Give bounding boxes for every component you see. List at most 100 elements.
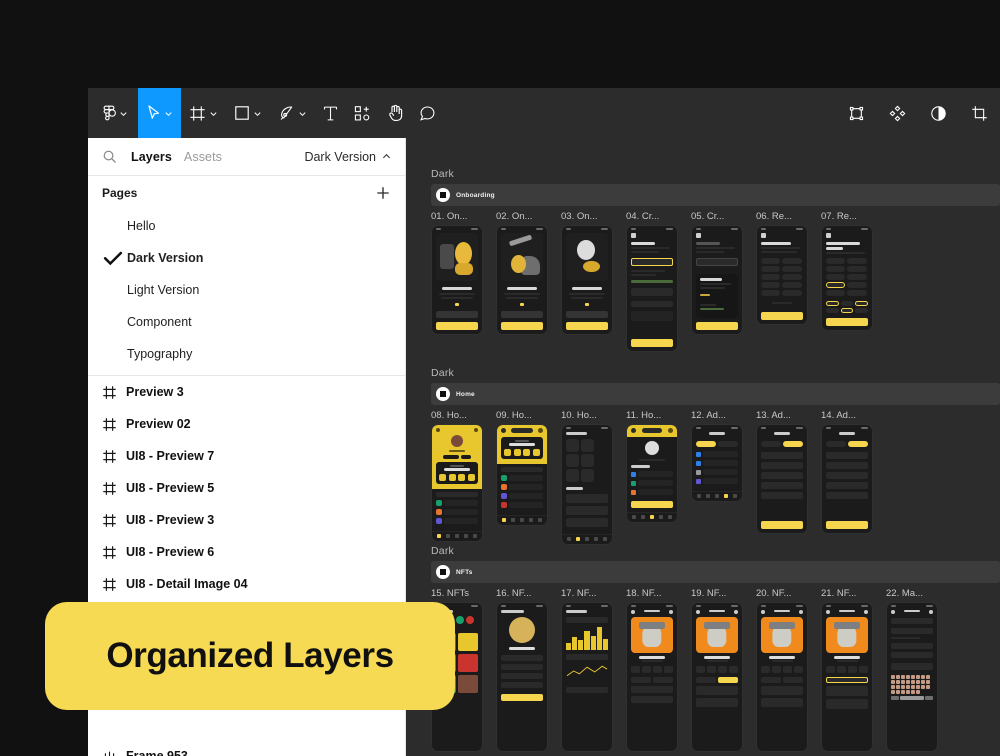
- layer-item-label: UI8 - Detail Image 04: [126, 577, 248, 591]
- frame-07[interactable]: 07. Re...: [821, 211, 886, 352]
- contrast-icon: [930, 105, 947, 122]
- frame-label: 11. Ho...: [626, 410, 691, 421]
- text-icon: [323, 105, 338, 122]
- layer-item-preview-3[interactable]: Preview 3: [88, 376, 405, 408]
- section-bar-onboarding[interactable]: Onboarding: [431, 184, 1000, 206]
- tab-assets[interactable]: Assets: [184, 150, 222, 164]
- frame-thumbnail[interactable]: [821, 602, 873, 752]
- frame-21[interactable]: 21. NF...: [821, 588, 886, 752]
- page-item-dark-version[interactable]: Dark Version: [88, 242, 405, 274]
- section-bar-home[interactable]: Home: [431, 383, 1000, 405]
- layer-item-label: UI8 - Preview 7: [126, 449, 214, 463]
- frame-16[interactable]: 16. NF...: [496, 588, 561, 752]
- frame-icon: [102, 577, 117, 592]
- toolbar-create-component-button[interactable]: [877, 88, 918, 138]
- frame-09[interactable]: 09. Ho...: [496, 410, 561, 545]
- toolbar-crop-button[interactable]: [959, 88, 1000, 138]
- plus-icon[interactable]: [375, 185, 391, 201]
- frame-thumbnail[interactable]: [561, 602, 613, 752]
- layer-item-label: UI8 - Preview 5: [126, 481, 214, 495]
- page-item-typography[interactable]: Typography: [88, 338, 405, 370]
- page-item-light-version[interactable]: Light Version: [88, 274, 405, 306]
- frame-thumbnail[interactable]: [626, 602, 678, 752]
- frame-22[interactable]: 22. Ma...: [886, 588, 951, 752]
- frame-thumbnail[interactable]: [886, 602, 938, 752]
- toolbar-frame-tool-button[interactable]: [181, 88, 226, 138]
- frame-thumbnail[interactable]: [821, 225, 873, 331]
- section-bar-nfts[interactable]: NFTs: [431, 561, 1000, 583]
- frame-icon: [102, 513, 117, 528]
- toolbar-mask-button[interactable]: [918, 88, 959, 138]
- screenshot-root: Layers Assets Dark Version Pages Hello: [0, 0, 1000, 756]
- toolbar-pen-tool-button[interactable]: [270, 88, 315, 138]
- frame-19[interactable]: 19. NF...: [691, 588, 756, 752]
- frame-icon: [102, 417, 117, 432]
- toolbar-move-tool-button[interactable]: [138, 88, 181, 138]
- frame-02[interactable]: 02. On...: [496, 211, 561, 352]
- canvas-section-home: Dark Home 08. Ho...: [406, 367, 1000, 545]
- layer-item-ui8-preview-5[interactable]: UI8 - Preview 5: [88, 472, 405, 504]
- frame-thumbnail[interactable]: [691, 602, 743, 752]
- toolbar-hand-tool-button[interactable]: [379, 88, 411, 138]
- page-item-component[interactable]: Component: [88, 306, 405, 338]
- frame-label: 20. NF...: [756, 588, 821, 599]
- frame-thumbnail[interactable]: [691, 424, 743, 502]
- frame-thumbnail[interactable]: [756, 225, 808, 325]
- tab-layers[interactable]: Layers: [131, 150, 172, 164]
- section-page-label: Dark: [431, 168, 1000, 180]
- frame-11[interactable]: 11. Ho...: [626, 410, 691, 545]
- frame-04[interactable]: 04. Cr...: [626, 211, 691, 352]
- frame-13[interactable]: 13. Ad...: [756, 410, 821, 545]
- layer-item-ui8-detail-image-04[interactable]: UI8 - Detail Image 04: [88, 568, 405, 600]
- layer-item-label: UI8 - Preview 6: [126, 545, 214, 559]
- toolbar-text-tool-button[interactable]: [315, 88, 346, 138]
- section-icon: [436, 188, 450, 202]
- frame-01[interactable]: 01. On...: [431, 211, 496, 352]
- page-item-label: Hello: [127, 219, 156, 233]
- frame-06[interactable]: 06. Re...: [756, 211, 821, 352]
- frame-thumbnail[interactable]: [626, 424, 678, 523]
- frame-18[interactable]: 18. NF...: [626, 588, 691, 752]
- toolbar-shape-tool-button[interactable]: [226, 88, 270, 138]
- frame-thumbnail[interactable]: [496, 602, 548, 752]
- frame-label: 04. Cr...: [626, 211, 691, 222]
- frame-03[interactable]: 03. On...: [561, 211, 626, 352]
- search-icon[interactable]: [102, 149, 117, 164]
- layer-item-frame-953[interactable]: Frame 953: [88, 740, 405, 756]
- toolbar-resources-button[interactable]: [346, 88, 379, 138]
- layer-item-ui8-preview-6[interactable]: UI8 - Preview 6: [88, 536, 405, 568]
- frame-thumbnail[interactable]: [561, 424, 613, 545]
- section-page-label: Dark: [431, 545, 1000, 557]
- toolbar-edit-object-button[interactable]: [836, 88, 877, 138]
- frame-icon: [102, 545, 117, 560]
- layer-item-ui8-preview-7[interactable]: UI8 - Preview 7: [88, 440, 405, 472]
- frame-12[interactable]: 12. Ad...: [691, 410, 756, 545]
- frame-20[interactable]: 20. NF...: [756, 588, 821, 752]
- frame-thumbnail[interactable]: [626, 225, 678, 352]
- frame-label: 14. Ad...: [821, 410, 886, 421]
- frame-14[interactable]: 14. Ad...: [821, 410, 886, 545]
- toolbar-figma-logo-button[interactable]: [88, 88, 138, 138]
- frame-17[interactable]: 17. NF...: [561, 588, 626, 752]
- frame-thumbnail[interactable]: [756, 602, 808, 752]
- frame-thumbnail[interactable]: [496, 424, 548, 526]
- layer-item-label: Preview 3: [126, 385, 184, 399]
- chevron-down-icon: [119, 109, 128, 118]
- page-item-hello[interactable]: Hello: [88, 210, 405, 242]
- toolbar-comment-button[interactable]: [411, 88, 444, 138]
- frame-05[interactable]: 05. Cr...: [691, 211, 756, 352]
- page-selector[interactable]: Dark Version: [304, 150, 391, 164]
- frame-thumbnail[interactable]: [431, 424, 483, 542]
- design-canvas[interactable]: Dark Onboarding 01. On...: [406, 138, 1000, 756]
- layer-item-ui8-preview-3[interactable]: UI8 - Preview 3: [88, 504, 405, 536]
- frame-thumbnail[interactable]: [756, 424, 808, 534]
- frame-10[interactable]: 10. Ho...: [561, 410, 626, 545]
- layer-item-preview-02[interactable]: Preview 02: [88, 408, 405, 440]
- frame-thumbnail[interactable]: [691, 225, 743, 335]
- frame-thumbnail[interactable]: [821, 424, 873, 534]
- frame-thumbnail[interactable]: [561, 225, 613, 335]
- frame-thumbnail[interactable]: [431, 225, 483, 335]
- frame-thumbnail[interactable]: [496, 225, 548, 335]
- frame-08[interactable]: 08. Ho...: [431, 410, 496, 545]
- component-set-icon: [102, 749, 117, 756]
